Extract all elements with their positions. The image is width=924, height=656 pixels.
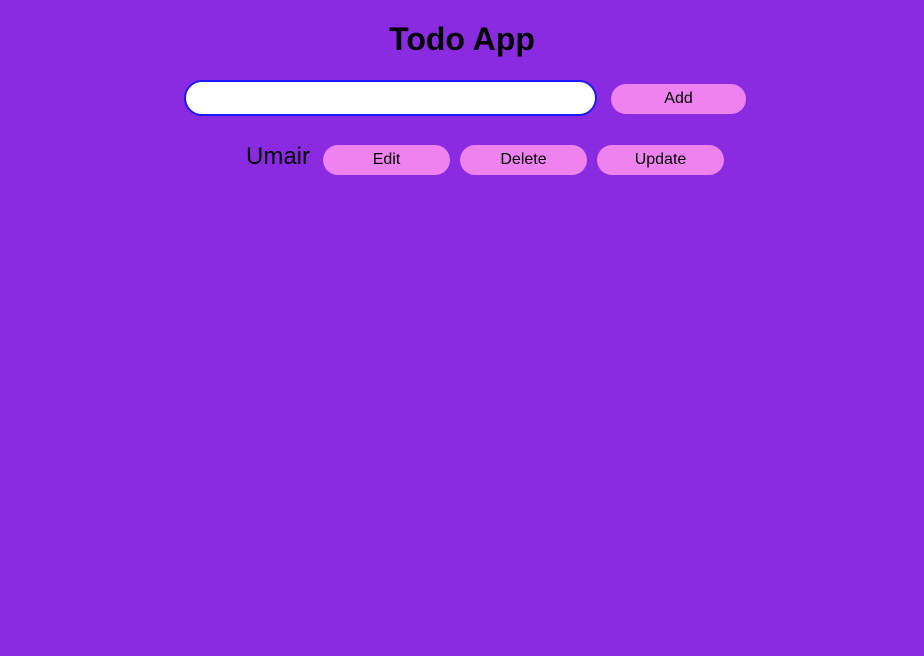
edit-button[interactable]: Edit bbox=[323, 145, 450, 175]
add-button[interactable]: Add bbox=[611, 84, 746, 114]
page-title: Todo App bbox=[389, 21, 535, 57]
list-item: Umair Edit Delete Update bbox=[0, 140, 924, 180]
update-button[interactable]: Update bbox=[597, 145, 724, 175]
todo-input[interactable] bbox=[184, 80, 597, 116]
todo-item-text: Umair bbox=[246, 143, 310, 170]
delete-button[interactable]: Delete bbox=[460, 145, 587, 175]
